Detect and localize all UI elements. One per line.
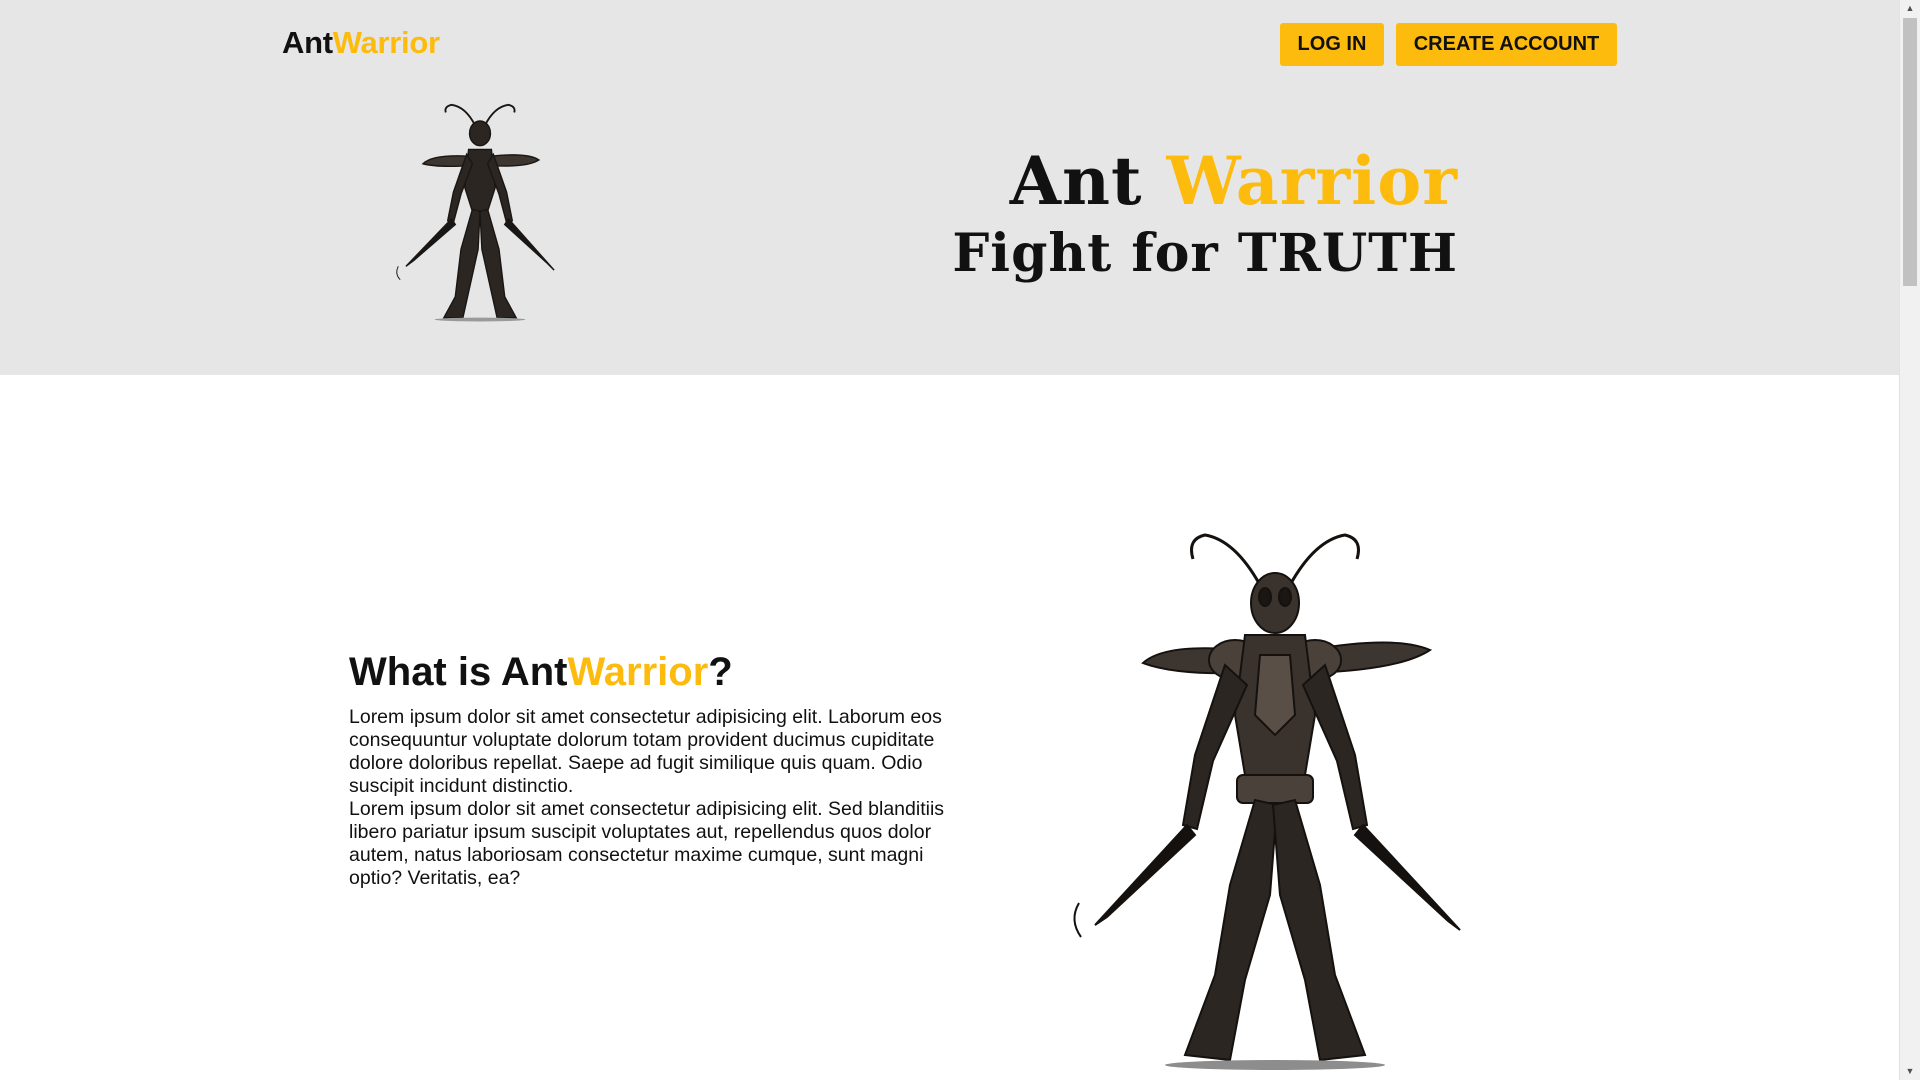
hero-title-ant: Ant (1009, 142, 1143, 220)
about-paragraph-2: Lorem ipsum dolor sit amet consectetur a… (349, 798, 945, 889)
scroll-down-arrow-icon[interactable]: ▼ (1900, 1063, 1920, 1080)
hero-title: Ant Warrior Fight for TRUTH (952, 140, 1458, 286)
scroll-thumb[interactable] (1903, 18, 1917, 286)
about-heading-question: ? (708, 650, 733, 694)
login-button[interactable]: LOG IN (1280, 23, 1384, 66)
page: AntWarrior LOG IN CREATE ACCOUNT Ant War… (0, 0, 1920, 1080)
hero-title-line: Ant Warrior (952, 140, 1458, 222)
about-text: Lorem ipsum dolor sit amet consectetur a… (349, 706, 969, 890)
about-heading-ant: Ant (500, 650, 568, 694)
about-heading-prefix: What is (349, 650, 501, 694)
create-account-button[interactable]: CREATE ACCOUNT (1396, 23, 1617, 66)
hero-section: AntWarrior LOG IN CREATE ACCOUNT Ant War… (0, 0, 1899, 375)
ant-warrior-small-image (396, 103, 555, 322)
hero-tagline: Fight for TRUTH (952, 223, 1458, 284)
scroll-up-arrow-icon[interactable]: ▲ (1900, 0, 1920, 17)
vertical-scrollbar[interactable]: ▲ ▼ (1899, 0, 1920, 1080)
about-heading: What is AntWarrior? (349, 648, 733, 696)
logo-text-ant: Ant (282, 25, 333, 60)
logo-text-warrior: Warrior (332, 25, 440, 60)
hero-title-warrior: Warrior (1166, 142, 1458, 220)
about-paragraph-1: Lorem ipsum dolor sit amet consectetur a… (349, 706, 942, 797)
site-logo[interactable]: AntWarrior (282, 24, 440, 62)
about-heading-warrior: Warrior (567, 650, 709, 694)
ant-warrior-large-image (1073, 533, 1461, 1070)
